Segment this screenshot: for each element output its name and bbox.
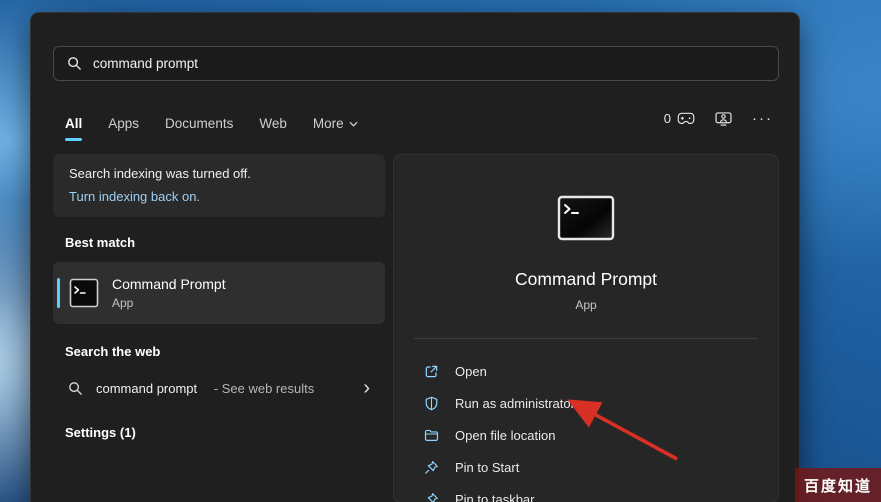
context-actions: Open Run as administrator Open file loca… (394, 355, 778, 502)
action-open-file-location[interactable]: Open file location (394, 419, 778, 451)
result-subtitle: App (112, 296, 226, 310)
tab-apps[interactable]: Apps (108, 116, 139, 141)
open-icon (424, 364, 439, 379)
chevron-down-icon (349, 121, 358, 127)
settings-section-header: Settings (1) (65, 425, 136, 440)
search-icon (68, 381, 83, 396)
action-label: Open (455, 364, 487, 379)
desktop-wallpaper: All Apps Documents Web More 0 ··· (0, 0, 881, 502)
search-filter-tabs: All Apps Documents Web More (65, 107, 358, 141)
detail-top: Command Prompt App (394, 155, 778, 312)
detail-subtitle: App (575, 298, 596, 312)
rewards-count: 0 (664, 111, 671, 126)
detail-divider (414, 338, 758, 339)
pin-icon (424, 460, 439, 475)
folder-icon (424, 428, 439, 443)
search-input[interactable] (93, 56, 765, 71)
result-title: Command Prompt (112, 276, 226, 292)
action-label: Run as administrator (455, 396, 575, 411)
user-session-icon[interactable] (715, 112, 732, 126)
web-section-header: Search the web (65, 344, 160, 359)
tab-more[interactable]: More (313, 116, 358, 141)
indexing-banner-link[interactable]: Turn indexing back on. (69, 189, 369, 204)
best-match-text: Command Prompt App (112, 276, 226, 310)
best-match-header: Best match (65, 235, 135, 250)
web-suffix-text: - See web results (210, 381, 314, 396)
action-label: Pin to Start (455, 460, 519, 475)
action-pin-to-taskbar[interactable]: Pin to taskbar (394, 483, 778, 502)
web-search-result[interactable]: command prompt - See web results › (53, 369, 385, 407)
rewards-controller-icon (677, 112, 695, 125)
indexing-banner-text: Search indexing was turned off. (69, 166, 369, 181)
search-icon (67, 56, 82, 71)
detail-title: Command Prompt (515, 269, 657, 290)
more-options-button[interactable]: ··· (752, 114, 773, 124)
web-query-text: command prompt (96, 381, 197, 396)
action-run-as-administrator[interactable]: Run as administrator (394, 387, 778, 419)
command-prompt-icon (69, 278, 99, 308)
rewards-button[interactable]: 0 (664, 111, 695, 126)
tab-documents[interactable]: Documents (165, 116, 233, 141)
chevron-right-icon[interactable]: › (363, 378, 370, 398)
indexing-banner: Search indexing was turned off. Turn ind… (53, 154, 385, 217)
pin-icon (424, 492, 439, 502)
tab-all[interactable]: All (65, 116, 82, 141)
search-flyout-window: All Apps Documents Web More 0 ··· (30, 12, 800, 502)
result-detail-pane: Command Prompt App Open Run as administr… (393, 154, 779, 502)
shield-icon (424, 396, 439, 411)
search-box[interactable] (53, 46, 779, 81)
action-open[interactable]: Open (394, 355, 778, 387)
tab-web[interactable]: Web (259, 116, 287, 141)
selection-accent-bar (57, 278, 60, 308)
watermark-badge: 百度知道 (795, 468, 881, 502)
command-prompt-large-icon (557, 195, 615, 241)
action-label: Open file location (455, 428, 555, 443)
search-header-icons: 0 ··· (664, 111, 773, 126)
action-label: Pin to taskbar (455, 492, 535, 502)
action-pin-to-start[interactable]: Pin to Start (394, 451, 778, 483)
best-match-result[interactable]: Command Prompt App (53, 262, 385, 324)
